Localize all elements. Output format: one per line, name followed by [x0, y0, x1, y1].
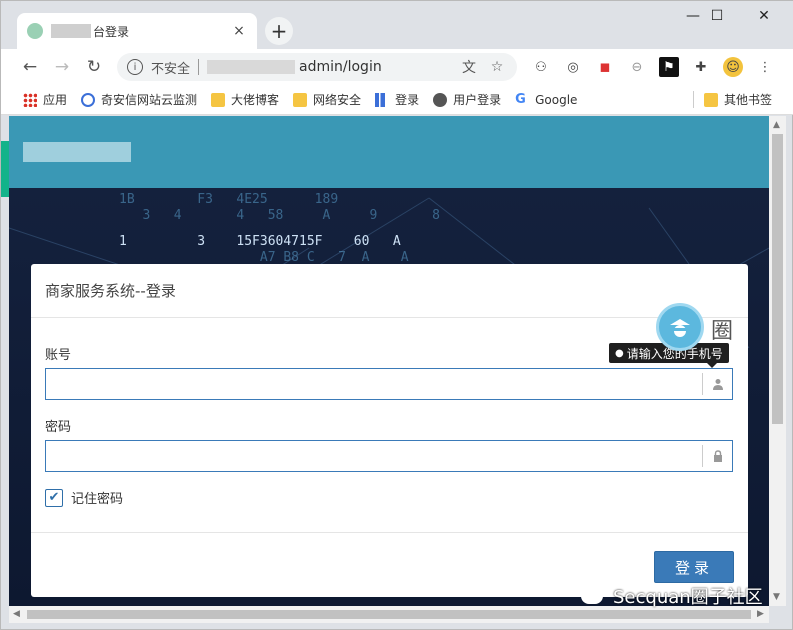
watermark-text: Secquan圈子社区: [613, 587, 763, 608]
bookmark-google[interactable]: G Google: [515, 91, 578, 107]
modal-title: 商家服务系统--登录: [31, 264, 748, 318]
star-icon[interactable]: ☆: [487, 59, 507, 75]
site-header: [9, 116, 769, 188]
reload-icon[interactable]: ↻: [79, 52, 109, 82]
bookmark-label: 奇安信网站云监测: [101, 93, 198, 107]
user-icon: ●: [615, 347, 624, 359]
horizontal-scroll-thumb[interactable]: [27, 610, 751, 619]
tab-strip: 台登录 × + — ☐ ✕: [1, 1, 793, 49]
translate-icon[interactable]: 文: [459, 57, 479, 77]
password-input[interactable]: [46, 441, 702, 471]
bookmark-label: 大佬博客: [231, 93, 280, 107]
url-text[interactable]: admin/login: [299, 59, 451, 75]
browser-window: 台登录 × + — ☐ ✕ ← → ↻ i 不安全 admin/login 文 …: [0, 0, 793, 630]
bookmark-apps[interactable]: 应用: [23, 91, 67, 108]
insecure-label: 不安全: [151, 61, 191, 77]
matrix-line-4: A7 B8 C 7 A A: [119, 250, 409, 265]
wechat-icon: [581, 588, 603, 604]
account-field[interactable]: [45, 368, 733, 400]
bookmark-label: 应用: [43, 93, 68, 107]
matrix-line-3: 1 3 15F3604715F 60 A: [119, 234, 401, 249]
profile-avatar-icon[interactable]: ☺: [723, 57, 743, 77]
bookmark-label: Google: [535, 92, 578, 107]
remember-label: 记住密码: [71, 492, 124, 507]
bookmarks-bar: 应用 奇安信网站云监测 大佬博客 网络安全 登录 用户登录 G Google 其: [1, 85, 793, 115]
extension-block-icon[interactable]: ⊖: [627, 57, 647, 77]
apps-icon: [23, 92, 37, 107]
back-arrow-icon[interactable]: ←: [15, 52, 45, 82]
page-left-edge: [1, 141, 9, 197]
bookmark-label: 网络安全: [313, 93, 362, 107]
tab-title: 台登录: [93, 24, 130, 39]
bookmark-other[interactable]: 其他书签: [692, 91, 772, 108]
folder-icon: [703, 92, 718, 107]
address-bar[interactable]: i 不安全 admin/login 文 ☆: [117, 53, 517, 81]
google-icon: G: [515, 91, 526, 107]
password-field[interactable]: [45, 440, 733, 472]
remember-checkbox[interactable]: ✔: [45, 488, 63, 507]
tab-close-icon[interactable]: ×: [231, 23, 247, 39]
lock-icon: [702, 445, 732, 467]
extension-mask-icon[interactable]: ◼: [595, 57, 615, 77]
globe-icon: [433, 92, 448, 107]
bookmark-blog[interactable]: 大佬博客: [211, 91, 279, 108]
folder-icon: [293, 92, 308, 107]
folder-icon: [211, 92, 226, 107]
scroll-left-icon[interactable]: ◀: [13, 609, 20, 619]
toolbar: ← → ↻ i 不安全 admin/login 文 ☆ ⚇ ◎ ◼ ⊖ ⚑ ✚ …: [1, 49, 793, 85]
favicon-icon: [27, 23, 43, 39]
remember-password[interactable]: ✔ 记住密码: [45, 488, 123, 507]
matrix-line-1: 1B F3 4E25 189: [119, 192, 339, 207]
login-modal: 商家服务系统--登录 账号 密码 ✔ 记住密码 登录: [31, 264, 748, 597]
maximize-button[interactable]: ☐: [694, 5, 740, 27]
new-tab-button[interactable]: +: [265, 17, 293, 45]
user-icon: [702, 373, 732, 395]
vertical-scroll-thumb[interactable]: [772, 134, 783, 424]
extensions-puzzle-icon[interactable]: ✚: [691, 57, 711, 77]
watermark: Secquan圈子社区: [581, 583, 763, 609]
bookmark-security[interactable]: 网络安全: [293, 91, 361, 108]
info-icon[interactable]: i: [127, 59, 143, 75]
bookmark-label: 登录: [395, 93, 420, 107]
bookmark-label: 其他书签: [723, 93, 772, 107]
url-redacted: [207, 60, 296, 74]
password-label: 密码: [45, 420, 72, 435]
scroll-down-icon[interactable]: ▼: [773, 592, 780, 602]
tab-login[interactable]: 台登录 ×: [17, 13, 257, 49]
forward-arrow-icon[interactable]: →: [47, 52, 77, 82]
watermark-char: 圈: [711, 319, 734, 344]
tab-title-redacted: [51, 24, 91, 38]
login-button[interactable]: 登录: [654, 551, 734, 583]
qianxin-icon: [81, 92, 96, 107]
bookmark-login[interactable]: 登录: [375, 91, 419, 108]
menu-kebab-icon[interactable]: ⋮: [755, 57, 775, 77]
bookmark-user-login[interactable]: 用户登录: [433, 91, 501, 108]
omnibox-divider: [198, 59, 200, 75]
scroll-right-icon[interactable]: ▶: [757, 609, 764, 619]
site-logo-redacted: [23, 142, 131, 162]
scroll-up-icon[interactable]: ▲: [773, 120, 780, 130]
account-label: 账号: [45, 348, 72, 363]
account-input[interactable]: [46, 369, 702, 399]
bookmark-qianxin[interactable]: 奇安信网站云监测: [81, 91, 197, 108]
extension-swirl-icon[interactable]: ◎: [563, 57, 583, 77]
bookmark-label: 用户登录: [453, 93, 502, 107]
extension-gamepad-icon[interactable]: ⚇: [531, 57, 551, 77]
close-window-button[interactable]: ✕: [741, 5, 787, 27]
extension-flag-icon[interactable]: ⚑: [659, 57, 679, 77]
detective-badge-icon: [656, 303, 704, 351]
matrix-line-2: 3 4 4 58 A 9 8: [119, 208, 440, 223]
vertical-scrollbar[interactable]: ▲ ▼: [769, 116, 786, 606]
bars-icon: [375, 92, 390, 107]
